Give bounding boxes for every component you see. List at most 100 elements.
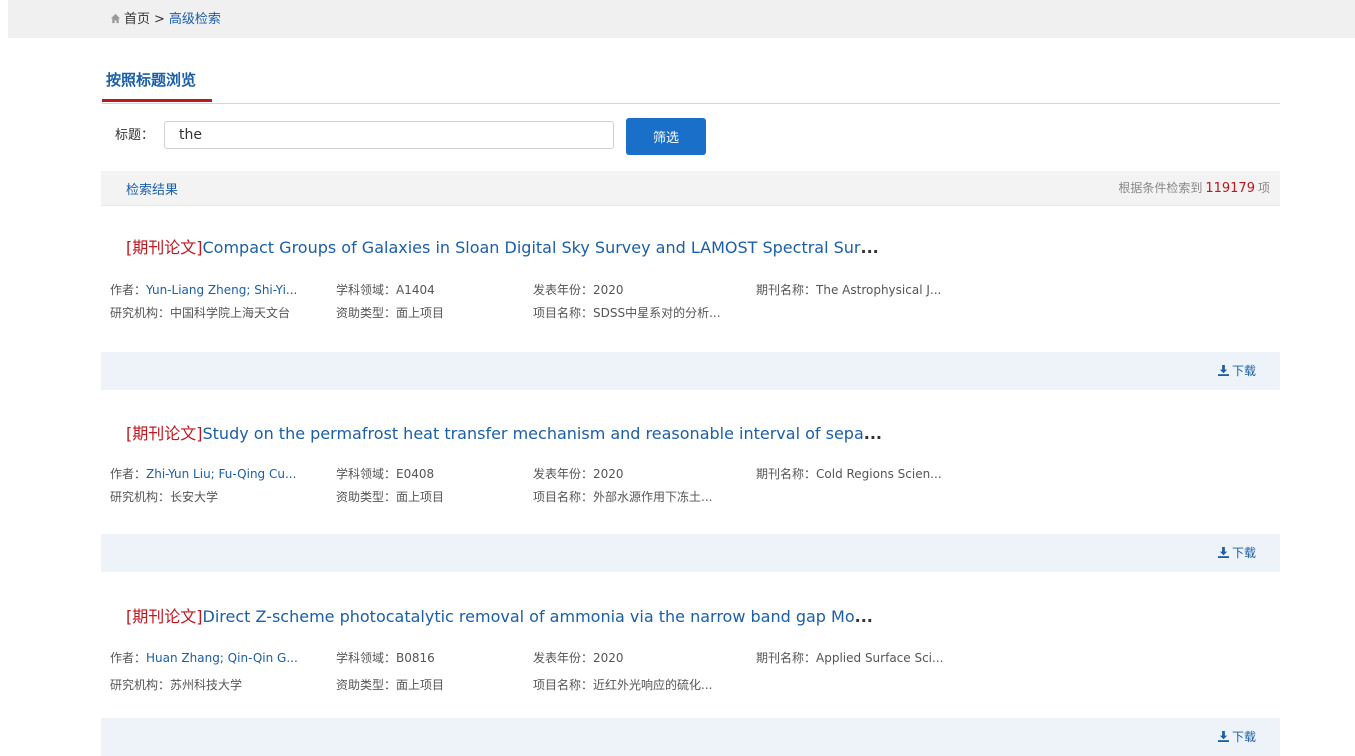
result-funding: 资助类型：面上项目 [336,678,444,692]
download-icon [1217,731,1229,742]
funding-label: 资助类型： [336,490,397,504]
result-funding: 资助类型：面上项目 [336,306,444,320]
result-type-tag: [期刊论文] [126,607,203,626]
author-label: 作者： [110,283,147,297]
project-label: 项目名称： [533,678,594,692]
result-journal: 期刊名称：The Astrophysical J... [756,283,941,297]
author-link[interactable]: Huan Zhang; Qin-Qin G... [146,651,298,665]
results-count-suffix: 项 [1257,181,1270,195]
result-title-link[interactable]: [期刊论文]Compact Groups of Galaxies in Sloa… [126,238,879,258]
institution-value: 苏州科技大学 [170,678,243,692]
institution-label: 研究机构： [110,490,171,504]
result-field: 学科领域：A1404 [336,283,435,297]
project-value: 近红外光响应的硫化... [593,678,713,692]
title-filter-input[interactable] [164,121,614,149]
result-title: Compact Groups of Galaxies in Sloan Digi… [202,238,861,257]
result-title-ellipsis: ... [854,607,873,626]
download-link[interactable]: 下载 [1217,546,1256,560]
download-link[interactable]: 下载 [1217,730,1256,744]
breadcrumb-current[interactable]: 高级检索 [169,12,221,27]
result-author: 作者：Yun-Liang Zheng; Shi-Yi... [110,283,297,297]
result-title-link[interactable]: [期刊论文]Study on the permafrost heat trans… [126,424,882,444]
result-project: 项目名称：SDSS中星系对的分析... [533,306,721,320]
download-label: 下载 [1231,364,1256,378]
journal-label: 期刊名称： [756,651,817,665]
result-project: 项目名称：近红外光响应的硫化... [533,678,712,692]
year-label: 发表年份： [533,467,594,481]
download-icon [1217,365,1229,376]
download-bar: 下载 [101,352,1280,390]
result-title-ellipsis: ... [863,424,882,443]
top-bar: 首页 > 高级检索 [8,0,1355,38]
results-count: 根据条件检索到 119179 项 [1118,179,1270,196]
year-label: 发表年份： [533,651,594,665]
download-icon [1217,547,1229,558]
funding-value: 面上项目 [396,306,445,320]
field-label: 学科领域： [336,467,397,481]
filter-button[interactable]: 筛选 [626,118,706,155]
breadcrumb: 首页 > 高级检索 [110,12,221,28]
year-value: 2020 [593,651,624,665]
year-label: 发表年份： [533,283,594,297]
download-label: 下载 [1231,730,1256,744]
result-item: [期刊论文]Direct Z-scheme photocatalytic rem… [101,607,1280,756]
journal-label: 期刊名称： [756,467,817,481]
breadcrumb-home-link[interactable]: 首页 [124,12,150,27]
author-link[interactable]: Zhi-Yun Liu; Fu-Qing Cu... [146,467,296,481]
year-value: 2020 [593,283,624,297]
results-title: 检索结果 [126,183,179,198]
year-value: 2020 [593,467,624,481]
funding-value: 面上项目 [396,490,445,504]
institution-value: 长安大学 [170,490,219,504]
author-link[interactable]: Yun-Liang Zheng; Shi-Yi... [146,283,297,297]
result-title: Study on the permafrost heat transfer me… [202,424,864,443]
download-label: 下载 [1231,546,1256,560]
institution-value: 中国科学院上海天文台 [170,306,291,320]
download-bar: 下载 [101,718,1280,756]
result-type-tag: [期刊论文] [126,424,203,443]
result-year: 发表年份：2020 [533,283,624,297]
funding-label: 资助类型： [336,678,397,692]
result-institution: 研究机构：中国科学院上海天文台 [110,306,290,320]
institution-label: 研究机构： [110,306,171,320]
result-field: 学科领域：B0816 [336,651,435,665]
results-header: 检索结果 根据条件检索到 119179 项 [101,171,1280,206]
results-count-prefix: 根据条件检索到 [1118,181,1203,195]
result-journal: 期刊名称：Applied Surface Sci... [756,651,943,665]
download-link[interactable]: 下载 [1217,364,1256,378]
result-institution: 研究机构：苏州科技大学 [110,678,242,692]
result-institution: 研究机构：长安大学 [110,490,218,504]
title-filter-label: 标题： [115,128,155,143]
field-label: 学科领域： [336,651,397,665]
journal-value: The Astrophysical J... [816,283,942,297]
project-value: 外部水源作用下冻土... [593,490,713,504]
result-item: [期刊论文]Compact Groups of Galaxies in Sloa… [101,238,1280,390]
tab-browse-by-title[interactable]: 按照标题浏览 [102,66,212,102]
field-value: E0408 [396,467,435,481]
result-funding: 资助类型：面上项目 [336,490,444,504]
result-title-ellipsis: ... [860,238,879,257]
journal-label: 期刊名称： [756,283,817,297]
project-value: SDSS中星系对的分析... [593,306,721,320]
result-title: Direct Z-scheme photocatalytic removal o… [202,607,855,626]
field-value: B0816 [396,651,435,665]
result-item: [期刊论文]Study on the permafrost heat trans… [101,424,1280,574]
author-label: 作者： [110,467,147,481]
field-label: 学科领域： [336,283,397,297]
journal-value: Applied Surface Sci... [816,651,944,665]
result-project: 项目名称：外部水源作用下冻土... [533,490,712,504]
project-label: 项目名称： [533,306,594,320]
result-title-link[interactable]: [期刊论文]Direct Z-scheme photocatalytic rem… [126,607,873,627]
field-value: A1404 [396,283,435,297]
result-year: 发表年份：2020 [533,467,624,481]
result-author: 作者：Huan Zhang; Qin-Qin G... [110,651,298,665]
download-bar: 下载 [101,534,1280,572]
result-field: 学科领域：E0408 [336,467,434,481]
result-year: 发表年份：2020 [533,651,624,665]
funding-value: 面上项目 [396,678,445,692]
project-label: 项目名称： [533,490,594,504]
author-label: 作者： [110,651,147,665]
results-count-number: 119179 [1205,181,1255,196]
journal-value: Cold Regions Scien... [816,467,942,481]
home-icon [110,13,121,24]
